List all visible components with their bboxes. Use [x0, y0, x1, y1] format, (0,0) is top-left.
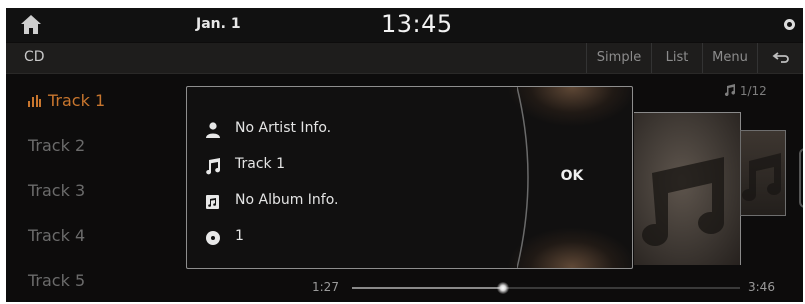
back-button[interactable] [757, 43, 803, 73]
status-bar: Jan. 1 13:45 [6, 8, 803, 42]
artist-text: No Artist Info. [235, 120, 332, 136]
track-label: Track 4 [28, 226, 86, 245]
list-item-track-4[interactable]: Track 4 [28, 226, 85, 245]
music-note-art-icon [642, 157, 724, 246]
clock-display: 13:45 [381, 10, 453, 38]
list-item-track-2[interactable]: Track 2 [28, 136, 85, 155]
source-label: CD [24, 49, 45, 65]
track-counter: 1/12 [724, 84, 767, 98]
progress-bar[interactable] [352, 282, 740, 294]
track-label: Track 5 [28, 271, 86, 290]
side-handle[interactable] [799, 148, 803, 208]
elapsed-time: 1:27 [312, 280, 339, 294]
music-note-icon [206, 158, 221, 175]
music-note-icon [724, 84, 736, 97]
track-counter-text: 1/12 [739, 84, 767, 98]
list-item-track-1[interactable]: Track 1 [28, 91, 105, 110]
person-icon [206, 122, 220, 138]
track-label: Track 1 [48, 91, 106, 110]
list-button[interactable]: List [651, 43, 702, 73]
progress-fill [352, 287, 504, 289]
date-display: Jan. 1 [196, 16, 241, 32]
equalizer-icon [28, 95, 41, 107]
record-dot-icon [784, 19, 795, 30]
total-time: 3:46 [748, 280, 775, 294]
track-list: Track 1 Track 2 Track 3 Track 4 Track 5 [6, 74, 186, 302]
simple-view-button[interactable]: Simple [586, 43, 651, 73]
head-unit-screen: Jan. 1 13:45 CD Simple List Menu Track 1… [6, 8, 803, 302]
ok-button[interactable]: OK [542, 163, 602, 189]
home-icon [21, 15, 41, 34]
album-icon [206, 195, 219, 209]
track-info-popup: No Artist Info. Track 1 No Album Info. 1… [186, 86, 633, 269]
home-button[interactable] [18, 12, 44, 38]
music-note-art-icon [742, 153, 781, 201]
disc-icon [206, 231, 220, 245]
back-arrow-icon [772, 52, 789, 63]
progress-handle[interactable] [497, 282, 510, 294]
track-label: Track 2 [28, 136, 86, 155]
album-text: No Album Info. [235, 192, 339, 208]
list-item-track-3[interactable]: Track 3 [28, 181, 85, 200]
disc-text: 1 [235, 228, 244, 244]
source-bar: CD Simple List Menu [6, 43, 803, 74]
album-art [634, 112, 741, 265]
next-album-art [740, 130, 786, 216]
title-text: Track 1 [235, 156, 285, 172]
menu-button[interactable]: Menu [702, 43, 757, 73]
list-item-track-5[interactable]: Track 5 [28, 271, 85, 290]
track-label: Track 3 [28, 181, 86, 200]
